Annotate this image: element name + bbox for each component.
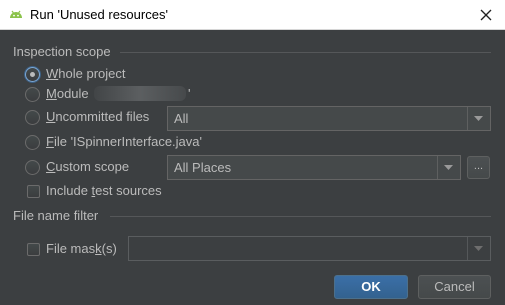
dropdown-button[interactable] bbox=[437, 156, 460, 179]
dropdown-button[interactable] bbox=[467, 237, 490, 260]
module-label[interactable]: Module bbox=[46, 86, 89, 101]
custom-scope-value: All Places bbox=[174, 160, 232, 175]
uncommitted-files-value: All bbox=[174, 111, 189, 126]
section-divider bbox=[120, 52, 491, 53]
redacted-module-name bbox=[94, 86, 186, 101]
file-mask-checkbox[interactable] bbox=[27, 243, 40, 256]
browse-scope-button[interactable]: ... bbox=[467, 156, 490, 179]
custom-scope-label[interactable]: Custom scope bbox=[46, 159, 129, 174]
radio-file[interactable] bbox=[25, 135, 40, 150]
dropdown-button[interactable] bbox=[467, 107, 490, 130]
file-mask-label[interactable]: File mask(s) bbox=[46, 241, 117, 256]
include-test-sources-label[interactable]: Include test sources bbox=[46, 183, 162, 198]
whole-project-label[interactable]: Whole project bbox=[46, 66, 126, 81]
uncommitted-files-label[interactable]: Uncommitted files bbox=[46, 109, 149, 124]
chevron-down-icon bbox=[474, 246, 483, 251]
chevron-down-icon bbox=[474, 116, 483, 121]
radio-module[interactable] bbox=[25, 87, 40, 102]
file-label[interactable]: File 'ISpinnerInterface.java' bbox=[46, 134, 202, 149]
radio-custom-scope[interactable] bbox=[25, 160, 40, 175]
uncommitted-files-select[interactable]: All bbox=[167, 106, 491, 131]
inspection-scope-header: Inspection scope bbox=[13, 44, 111, 59]
radio-whole-project[interactable] bbox=[25, 67, 40, 82]
file-name-filter-header: File name filter bbox=[13, 208, 99, 223]
radio-uncommitted-files[interactable] bbox=[25, 110, 40, 125]
title-bar: Run 'Unused resources' bbox=[0, 0, 505, 30]
ok-button[interactable]: OK bbox=[334, 275, 408, 299]
cancel-button[interactable]: Cancel bbox=[418, 275, 491, 299]
module-quote: ' bbox=[188, 86, 191, 101]
close-icon[interactable] bbox=[475, 4, 497, 26]
window-title: Run 'Unused resources' bbox=[30, 7, 168, 22]
custom-scope-select[interactable]: All Places bbox=[167, 155, 461, 180]
section-divider bbox=[110, 216, 491, 217]
include-test-sources-checkbox[interactable] bbox=[27, 185, 40, 198]
chevron-down-icon bbox=[444, 165, 453, 170]
file-mask-select[interactable] bbox=[128, 236, 491, 261]
android-icon bbox=[10, 10, 22, 18]
